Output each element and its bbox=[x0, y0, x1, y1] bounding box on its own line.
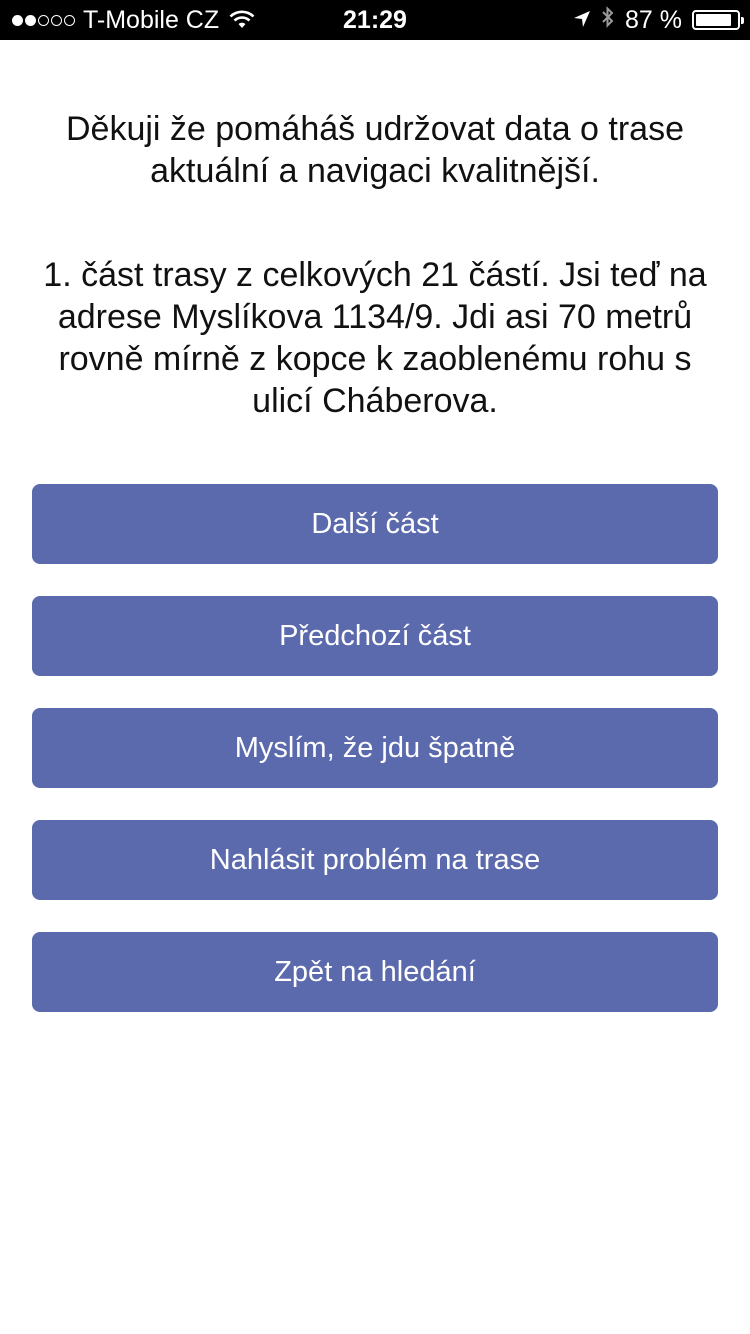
route-instruction: 1. část trasy z celkových 21 částí. Jsi … bbox=[43, 256, 707, 420]
battery-icon bbox=[692, 10, 744, 30]
next-part-button[interactable]: Další část bbox=[32, 484, 718, 564]
carrier-name: T-Mobile CZ bbox=[83, 5, 220, 34]
thanks-message: Děkuji že pomáháš udržovat data o trase … bbox=[65, 110, 684, 190]
report-problem-button[interactable]: Nahlásit problém na trase bbox=[32, 820, 718, 900]
previous-part-button[interactable]: Předchozí část bbox=[32, 596, 718, 676]
wifi-icon bbox=[229, 10, 255, 30]
signal-strength-icon bbox=[12, 14, 75, 26]
back-to-search-button[interactable]: Zpět na hledání bbox=[32, 932, 718, 1012]
status-bar-left: T-Mobile CZ bbox=[12, 0, 255, 40]
status-bar-right: 87 % bbox=[573, 0, 744, 40]
battery-percent: 87 % bbox=[625, 5, 682, 34]
battery-tip bbox=[741, 17, 744, 24]
status-bar: T-Mobile CZ 21:29 87 % bbox=[0, 0, 750, 40]
battery-level-fill bbox=[696, 14, 731, 26]
wrong-way-button[interactable]: Myslím, že jdu špatně bbox=[32, 708, 718, 788]
location-arrow-icon bbox=[573, 6, 591, 35]
bluetooth-icon bbox=[601, 5, 615, 35]
